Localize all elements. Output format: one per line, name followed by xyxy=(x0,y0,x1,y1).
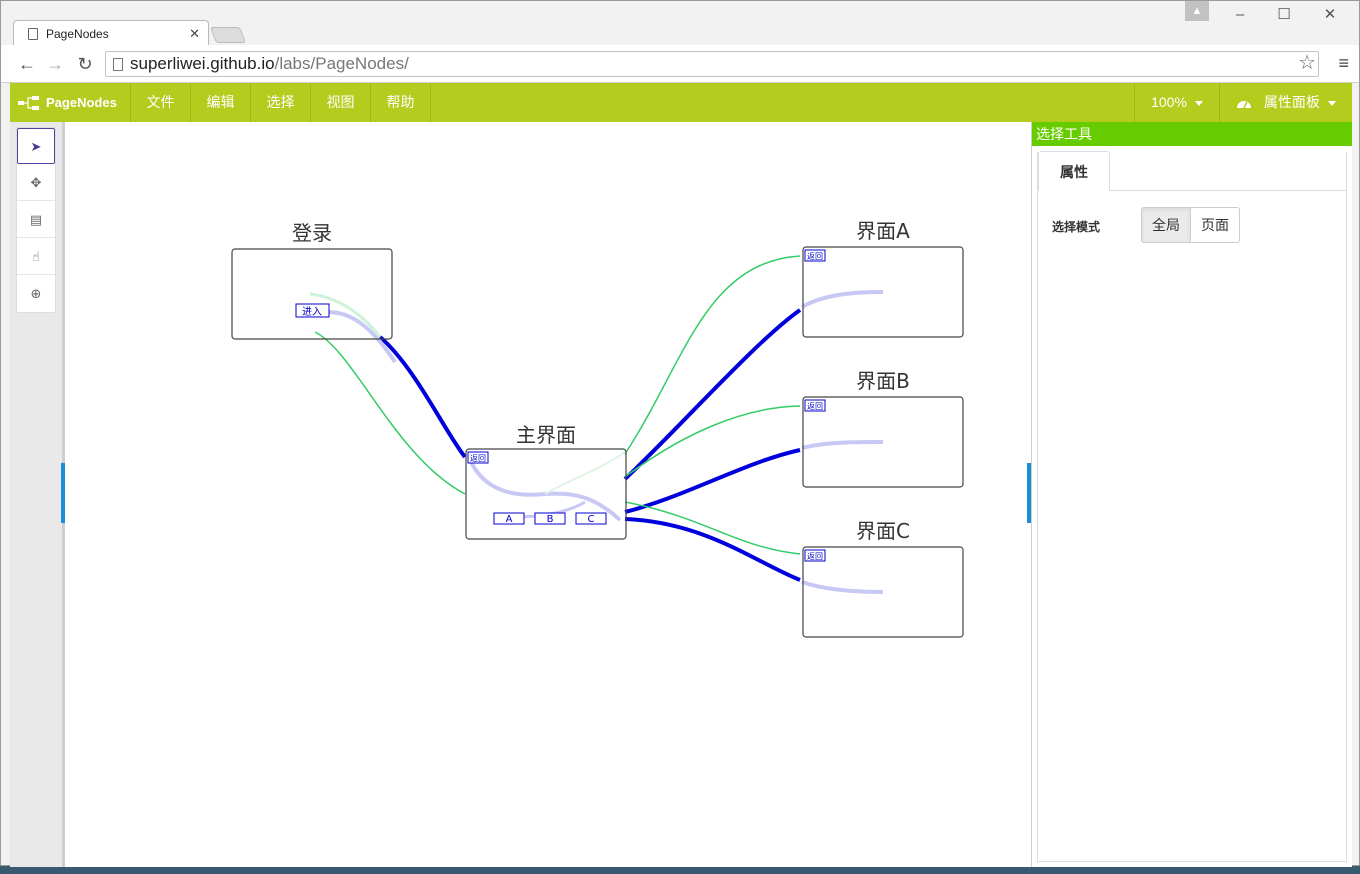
app-menubar: PageNodes 文件 编辑 选择 视图 帮助 100% 属性面板 xyxy=(10,83,1352,122)
new-tab-button[interactable] xyxy=(210,27,246,43)
dashboard-icon xyxy=(1237,101,1251,109)
tool-palette: ➤ ✥ ▤ ☝ ⊕ xyxy=(16,127,56,313)
node-graph[interactable]: 登录 进入 主界面 返回 A B C 界面A 返回 界面B 返回 界面C 返回 xyxy=(65,122,1031,867)
node-canvas[interactable]: 登录 进入 主界面 返回 A B C 界面A 返回 界面B 返回 界面C 返回 xyxy=(62,122,1034,867)
pagenodes-app: PageNodes 文件 编辑 选择 视图 帮助 100% 属性面板 登录 进入… xyxy=(10,83,1352,867)
page-icon xyxy=(28,27,38,40)
right-resize-handle[interactable] xyxy=(1027,463,1031,523)
hand-icon: ☝ xyxy=(32,249,40,264)
move-tool-button[interactable]: ✥ xyxy=(17,165,55,201)
close-window-button[interactable]: ✕ xyxy=(1315,5,1345,25)
main-button-b-label: B xyxy=(547,514,554,525)
titlebar: PageNodes ✕ ▲ – ☐ ✕ xyxy=(1,1,1359,46)
link-b-faded xyxy=(801,440,884,450)
bookmark-star-icon[interactable]: ☆ xyxy=(1298,51,1316,75)
hand-tool-button[interactable]: ☝ xyxy=(17,239,55,275)
browser-window: PageNodes ✕ ▲ – ☐ ✕ ← → ↻ superliwei.git… xyxy=(0,0,1360,867)
node-title-login: 登录 xyxy=(292,221,332,245)
back-button[interactable]: ← xyxy=(15,52,39,76)
panel-dropdown-label: 属性面板 xyxy=(1263,94,1320,110)
link-main-a xyxy=(623,308,802,481)
url-path: /labs/PageNodes/ xyxy=(274,54,409,73)
b-back-label: 返回 xyxy=(807,402,823,411)
browser-tab[interactable]: PageNodes ✕ xyxy=(13,20,209,46)
link-login-faded xyxy=(327,310,397,364)
main-button-c-label: C xyxy=(588,514,595,525)
a-back-label: 返回 xyxy=(807,252,823,261)
menu-view[interactable]: 视图 xyxy=(311,83,371,122)
menu-help[interactable]: 帮助 xyxy=(371,83,431,122)
left-resize-handle[interactable] xyxy=(61,463,65,523)
node-title-c: 界面C xyxy=(856,519,910,543)
brand-name: PageNodes xyxy=(46,95,117,110)
page-icon: ▤ xyxy=(29,212,43,227)
zoom-dropdown[interactable]: 100% xyxy=(1134,83,1220,122)
tab-title: PageNodes xyxy=(46,26,109,41)
main-button-a-label: A xyxy=(506,514,513,525)
browser-menu-icon[interactable]: ≡ xyxy=(1338,53,1349,74)
page-tool-button[interactable]: ▤ xyxy=(17,202,55,238)
link-a-faded xyxy=(801,290,884,309)
caret-down-icon xyxy=(1194,100,1203,106)
nodes-logo-icon xyxy=(18,95,39,110)
link-login-main xyxy=(378,335,467,459)
zoom-in-icon: ⊕ xyxy=(30,286,42,301)
link-main-faded-2 xyxy=(544,451,626,495)
node-title-b: 界面B xyxy=(856,369,910,393)
tab-close-icon[interactable]: ✕ xyxy=(189,26,200,42)
address-bar[interactable]: superliwei.github.io/labs/PageNodes/ ☆ xyxy=(105,51,1319,77)
caret-down-icon xyxy=(1327,100,1336,106)
select-mode-group: 全局 页面 xyxy=(1141,207,1240,243)
minimize-button[interactable]: – xyxy=(1225,5,1255,25)
link-main-c-green xyxy=(624,501,801,555)
panel-dropdown[interactable]: 属性面板 xyxy=(1222,83,1352,122)
properties-panel: 选择工具 属性 选择模式 全局 页面 xyxy=(1032,122,1352,867)
reload-button[interactable]: ↻ xyxy=(73,52,97,76)
panel-body: 属性 选择模式 全局 页面 xyxy=(1037,151,1347,862)
menu-select[interactable]: 选择 xyxy=(251,83,311,122)
panel-header: 选择工具 xyxy=(1032,122,1352,146)
move-icon: ✥ xyxy=(30,175,42,190)
node-title-main: 主界面 xyxy=(516,423,576,447)
zoom-tool-button[interactable]: ⊕ xyxy=(17,276,55,312)
brand[interactable]: PageNodes xyxy=(10,83,131,122)
maximize-button[interactable]: ☐ xyxy=(1269,5,1299,25)
mode-global-button[interactable]: 全局 xyxy=(1141,207,1191,243)
menu-file[interactable]: 文件 xyxy=(131,83,191,122)
link-c-faded xyxy=(801,580,884,594)
url-host: superliwei.github.io xyxy=(130,54,275,73)
link-main-a-green xyxy=(624,255,801,455)
cursor-arrow-icon: ➤ xyxy=(30,139,42,154)
node-title-a: 界面A xyxy=(856,219,910,243)
select-mode-label: 选择模式 xyxy=(1052,220,1101,234)
login-enter-label: 进入 xyxy=(302,306,322,318)
user-icon[interactable]: ▲ xyxy=(1185,1,1209,21)
mode-page-button[interactable]: 页面 xyxy=(1191,207,1240,243)
tab-divider xyxy=(1110,190,1347,191)
main-back-label: 返回 xyxy=(470,454,486,463)
select-tool-button[interactable]: ➤ xyxy=(17,128,55,164)
browser-toolbar: ← → ↻ superliwei.github.io/labs/PageNode… xyxy=(1,45,1359,83)
page-icon xyxy=(113,58,123,71)
menu-edit[interactable]: 编辑 xyxy=(191,83,251,122)
zoom-value: 100% xyxy=(1151,94,1187,110)
c-back-label: 返回 xyxy=(807,552,823,561)
link-main-b-green xyxy=(624,405,801,478)
tab-properties[interactable]: 属性 xyxy=(1038,151,1110,191)
forward-button[interactable]: → xyxy=(43,52,67,76)
